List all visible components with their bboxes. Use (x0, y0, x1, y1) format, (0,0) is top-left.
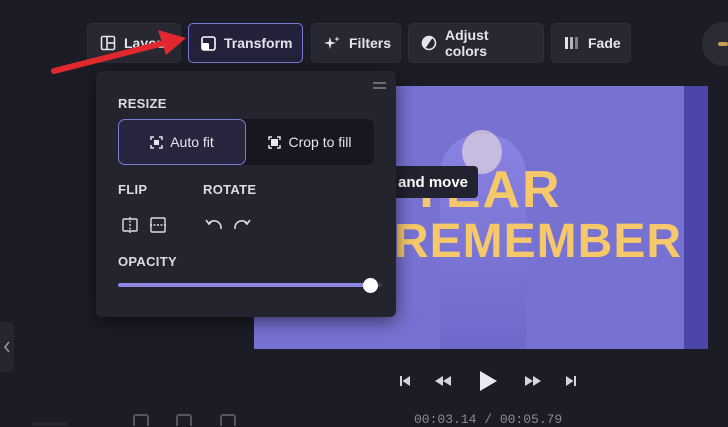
adjust-colors-button-label: Adjust colors (445, 27, 489, 59)
auto-fit-option[interactable]: Auto fit (118, 119, 246, 165)
resize-segmented-control: Auto fit Crop to fill (118, 119, 374, 165)
skip-forward-icon (566, 376, 576, 386)
adjust-colors-button[interactable]: Adjust colors (408, 23, 544, 63)
layout-button[interactable]: Layout (87, 23, 181, 63)
crop-to-fill-label: Crop to fill (288, 134, 352, 150)
layout-icon (100, 35, 116, 51)
filters-button-label: Filters (349, 35, 392, 51)
auto-fit-label: Auto fit (170, 134, 214, 150)
opacity-slider[interactable] (118, 278, 382, 293)
skip-to-start-button[interactable] (397, 369, 413, 393)
filters-button[interactable]: Filters (311, 23, 401, 63)
flip-horizontal-button[interactable] (120, 215, 140, 235)
transform-icon (201, 35, 216, 51)
transform-button-label: Transform (224, 35, 293, 51)
collapse-sidebar-tab[interactable] (0, 322, 14, 372)
playback-controls (0, 366, 728, 396)
flip-label: FLIP (118, 182, 148, 197)
opacity-slider-fill (118, 283, 372, 287)
skip-back-icon (400, 376, 410, 386)
rotate-right-button[interactable] (232, 215, 252, 235)
half-circle-icon (421, 35, 437, 51)
preview-title-line2: REMEMBER (394, 215, 683, 268)
rotate-left-button[interactable] (204, 215, 224, 235)
chevron-left-icon (4, 341, 10, 353)
preview-edge-band (684, 86, 708, 349)
delete-icon[interactable] (176, 414, 192, 426)
crop-to-fill-option[interactable]: Crop to fill (246, 119, 374, 165)
crop-fill-icon (268, 135, 282, 149)
split-icon[interactable] (133, 414, 149, 426)
opacity-label: OPACITY (118, 254, 177, 269)
flip-vertical-icon (150, 217, 166, 233)
rewind-icon (435, 376, 451, 386)
layout-button-label: Layout (124, 35, 170, 51)
sparkle-icon (324, 35, 340, 49)
play-icon (480, 371, 497, 391)
auto-fit-icon (150, 135, 163, 149)
timeline-zoom-control[interactable] (32, 422, 68, 426)
panel-drag-handle[interactable] (373, 82, 386, 92)
transform-button[interactable]: Transform (188, 23, 303, 63)
rotate-left-icon (205, 219, 222, 230)
fade-icon (565, 37, 578, 49)
resize-label: RESIZE (118, 96, 167, 111)
transform-panel: RESIZE Auto fit Crop to fill FLIP ROTATE (96, 71, 396, 317)
drag-hint-tooltip: and move (390, 166, 479, 198)
duplicate-icon[interactable] (220, 414, 236, 426)
flip-vertical-button[interactable] (148, 215, 168, 235)
timecode-display: 00:03.14 / 00:05.79 (414, 412, 563, 427)
timeline-toolbar: 00:03.14 / 00:05.79 (0, 410, 728, 427)
fade-button-label: Fade (588, 35, 621, 51)
play-button[interactable] (476, 369, 500, 393)
avatar-badge (718, 42, 728, 46)
skip-to-end-button[interactable] (563, 369, 579, 393)
rewind-button[interactable] (432, 369, 454, 393)
fast-forward-button[interactable] (522, 369, 544, 393)
fade-button[interactable]: Fade (551, 23, 631, 63)
fast-forward-icon (525, 376, 541, 386)
opacity-slider-thumb[interactable] (363, 278, 379, 293)
rotate-right-icon (234, 219, 251, 230)
rotate-label: ROTATE (203, 182, 257, 197)
flip-horizontal-icon (122, 217, 138, 233)
